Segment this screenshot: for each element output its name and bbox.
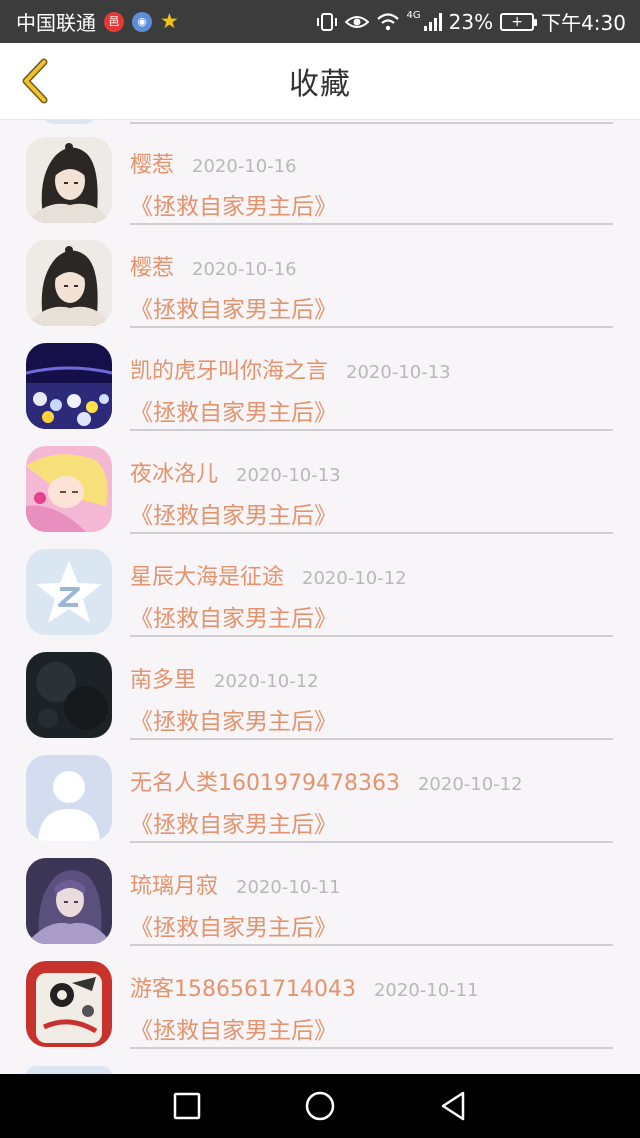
list-item[interactable]: 樱惹 2020-10-16 《拯救自家男主后》 — [0, 120, 640, 225]
item-name-row: 南多里 2020-10-12 — [130, 662, 319, 694]
battery-charging-icon: + — [500, 12, 538, 31]
item-name-row: 游客1586561714043 2020-10-11 — [130, 971, 479, 1003]
avatar-blonde-girl-pink-icon — [26, 446, 112, 532]
list-item[interactable]: 南多里 2020-10-12 《拯救自家男主后》 — [0, 635, 640, 740]
avatar-concert-crowd-icon — [26, 343, 112, 429]
avatar[interactable] — [26, 652, 112, 738]
system-nav-bar — [0, 1074, 640, 1138]
avatar[interactable] — [26, 137, 112, 223]
item-date: 2020-10-11 — [373, 980, 479, 1001]
list-item[interactable]: 星辰大海是征途 2020-10-12 《拯救自家男主后》 — [0, 532, 640, 637]
book-title[interactable]: 《拯救自家男主后》 — [130, 599, 337, 633]
back-triangle-icon — [442, 1091, 465, 1121]
user-name[interactable]: 樱惹 — [130, 250, 174, 282]
user-name[interactable]: 琉璃月寂 — [130, 868, 218, 900]
item-divider — [130, 1047, 613, 1049]
book-title[interactable]: 《拯救自家男主后》 — [130, 290, 337, 324]
avatar-partial — [26, 1066, 112, 1074]
back-arrow-icon — [22, 58, 48, 104]
eye-comfort-icon — [344, 13, 369, 31]
avatar[interactable] — [26, 240, 112, 326]
clock: 下午4:30 — [541, 11, 626, 35]
list-item[interactable]: 无名人类1601979478363 2020-10-12 《拯救自家男主后》 — [0, 738, 640, 843]
item-date: 2020-10-12 — [214, 671, 319, 692]
list-item[interactable]: 凯的虎牙叫你海之言 2020-10-13 《拯救自家男主后》 — [0, 326, 640, 431]
item-name-row: 夜冰洛儿 2020-10-13 — [130, 456, 341, 488]
status-left: 中国联通 邑 ◉ ★ — [16, 7, 179, 36]
recents-square-icon — [173, 1092, 200, 1120]
item-name-row: 星辰大海是征途 2020-10-12 — [130, 559, 407, 591]
book-title[interactable]: 《拯救自家男主后》 — [130, 1011, 337, 1045]
battery-percent: 23% — [448, 9, 494, 34]
signal-icon — [423, 12, 442, 31]
status-bar: 中国联通 邑 ◉ ★ 4G 23% + 下午4:30 — [0, 0, 640, 43]
avatar-qq-star-logo-icon — [26, 549, 112, 635]
vibrate-icon — [316, 12, 338, 32]
user-name[interactable]: 凯的虎牙叫你海之言 — [130, 353, 328, 385]
notification-star-icon: ★ — [160, 9, 179, 33]
user-name[interactable]: 樱惹 — [130, 147, 174, 179]
favorites-list[interactable]: 樱惹 2020-10-16 《拯救自家男主后》 樱惹 2020-10-16 《拯… — [0, 120, 640, 1074]
list-item[interactable]: 游客1586561714043 2020-10-11 《拯救自家男主后》 — [0, 944, 640, 1049]
item-date: 2020-10-13 — [236, 465, 341, 486]
item-name-row: 樱惹 2020-10-16 — [130, 147, 297, 179]
user-name[interactable]: 无名人类1601979478363 — [130, 765, 400, 797]
avatar-dark-texture-icon — [26, 652, 112, 738]
item-date: 2020-10-12 — [302, 568, 407, 589]
avatar[interactable] — [26, 755, 112, 841]
avatar[interactable] — [26, 549, 112, 635]
home-button[interactable] — [290, 1076, 350, 1136]
system-back-button[interactable] — [423, 1076, 483, 1136]
item-date: 2020-10-16 — [192, 156, 297, 177]
avatar-anime-ink-haired-icon — [26, 137, 112, 223]
item-date: 2020-10-16 — [192, 259, 297, 280]
home-circle-icon — [305, 1091, 335, 1121]
back-button[interactable] — [14, 57, 54, 105]
avatar-anime-ink-haired-icon — [26, 240, 112, 326]
page-title: 收藏 — [289, 67, 351, 102]
app-header: 收藏 — [0, 43, 640, 120]
list-item[interactable]: 琉璃月寂 2020-10-11 《拯救自家男主后》 — [0, 841, 640, 946]
avatar-default-silhouette-icon — [26, 755, 112, 841]
item-name-row: 琉璃月寂 2020-10-11 — [130, 868, 341, 900]
avatar-red-character-icon — [26, 961, 112, 1047]
list-item[interactable]: 夜冰洛儿 2020-10-13 《拯救自家男主后》 — [0, 429, 640, 534]
item-date: 2020-10-12 — [417, 774, 523, 795]
recents-button[interactable] — [157, 1076, 217, 1136]
avatar[interactable] — [26, 446, 112, 532]
user-name[interactable]: 南多里 — [130, 662, 196, 694]
user-name[interactable]: 星辰大海是征途 — [130, 559, 284, 591]
item-date: 2020-10-13 — [346, 362, 451, 383]
avatar[interactable] — [26, 961, 112, 1047]
book-title[interactable]: 《拯救自家男主后》 — [130, 908, 337, 942]
book-title[interactable]: 《拯救自家男主后》 — [130, 496, 337, 530]
book-title[interactable]: 《拯救自家男主后》 — [130, 805, 337, 839]
item-date: 2020-10-11 — [236, 877, 341, 898]
notification-browser-icon: ◉ — [132, 11, 152, 32]
item-name-row: 无名人类1601979478363 2020-10-12 — [130, 765, 523, 797]
wifi-icon — [376, 12, 400, 31]
book-title[interactable]: 《拯救自家男主后》 — [130, 187, 337, 221]
item-name-row: 凯的虎牙叫你海之言 2020-10-13 — [130, 353, 451, 385]
list-item[interactable]: 樱惹 2020-10-16 《拯救自家男主后》 — [0, 223, 640, 328]
carrier-name: 中国联通 — [16, 11, 96, 35]
user-name[interactable]: 夜冰洛儿 — [130, 456, 218, 488]
user-name[interactable]: 游客1586561714043 — [130, 971, 356, 1003]
item-name-row: 樱惹 2020-10-16 — [130, 250, 297, 282]
book-title[interactable]: 《拯救自家男主后》 — [130, 393, 337, 427]
avatar[interactable] — [26, 343, 112, 429]
avatar-anime-purple-hair-icon — [26, 858, 112, 944]
network-type: 4G — [406, 10, 421, 21]
book-title[interactable]: 《拯救自家男主后》 — [130, 702, 337, 736]
notification-app-icon: 邑 — [104, 11, 124, 32]
status-right: 4G 23% + 下午4:30 — [316, 7, 626, 36]
avatar[interactable] — [26, 858, 112, 944]
